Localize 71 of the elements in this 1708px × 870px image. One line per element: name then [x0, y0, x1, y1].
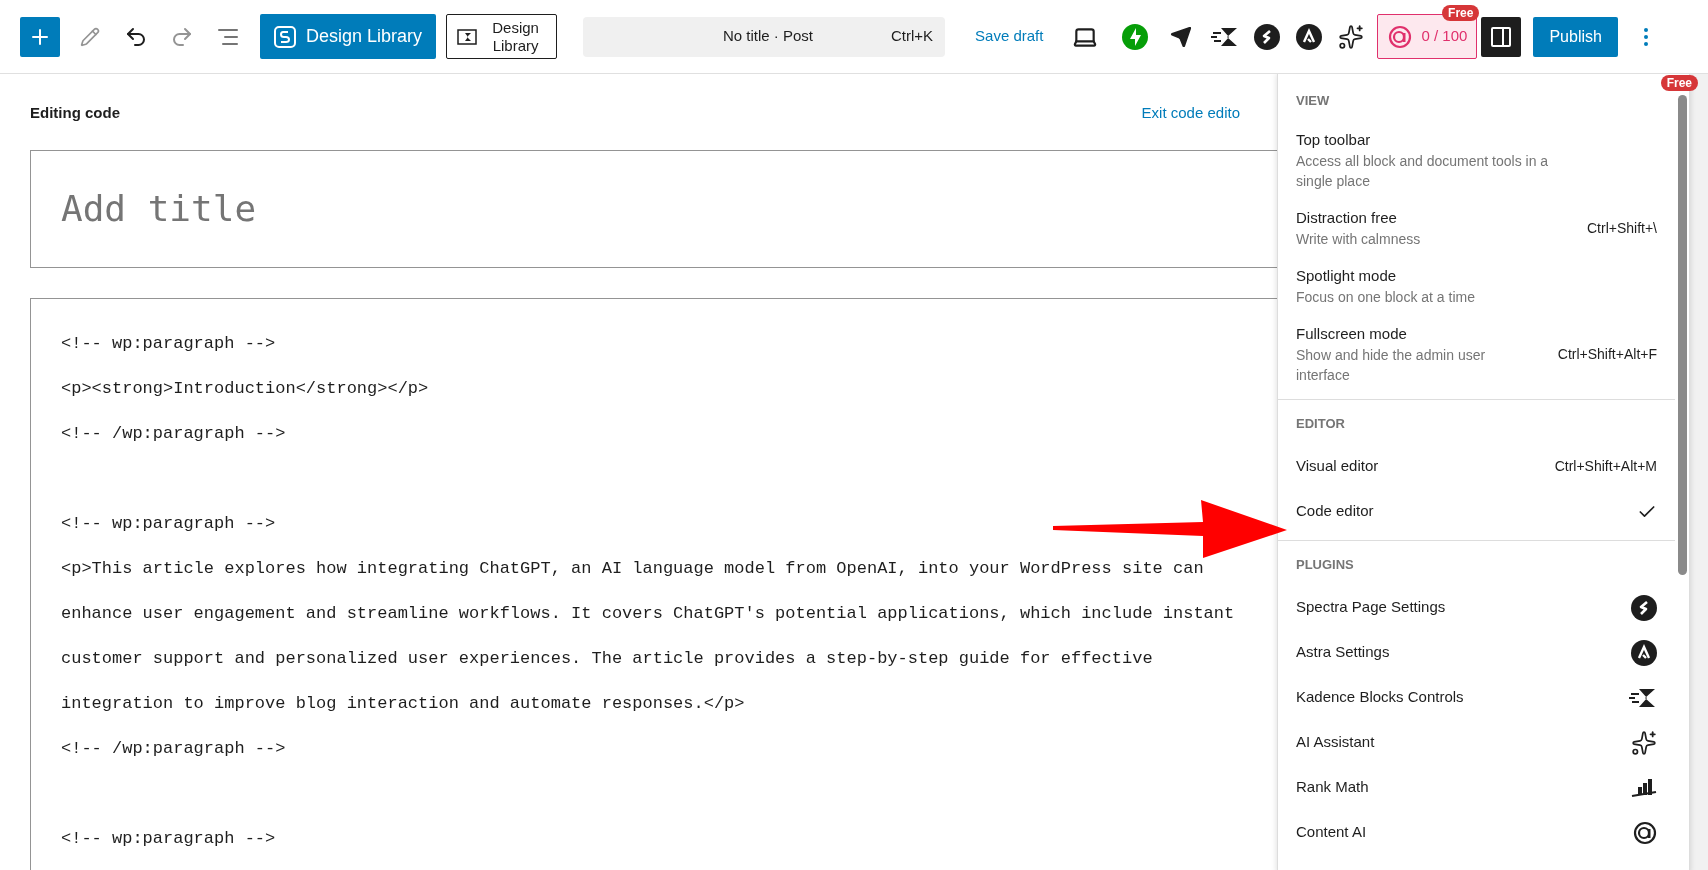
sparkles-icon — [1631, 729, 1657, 756]
save-draft-button[interactable]: Save draft — [975, 25, 1044, 48]
menu-item-label: Code editor — [1296, 501, 1374, 522]
menu-item-label: Spectra Page Settings — [1296, 597, 1446, 618]
code-line: customer support and personalized user experiences. The article provides a step-by-step guide for effective — [61, 648, 1153, 670]
menu-item-label: Rank Math — [1296, 777, 1369, 798]
code-line: <!-- wp:paragraph --> — [61, 513, 276, 535]
free-badge: Free — [1660, 75, 1698, 91]
menu-item[interactable]: Fullscreen mode Show and hide the admin user interface Ctrl+Shift+Alt+F — [1278, 315, 1675, 393]
menu-item[interactable]: AI Assistant — [1278, 720, 1675, 765]
menu-section-heading: EDITOR — [1295, 415, 1346, 434]
target-icon — [1387, 24, 1412, 49]
code-line: enhance user engagement and streamline workflows. It covers ChatGPT's potential applications, which include instant — [61, 603, 1235, 625]
a-logo-icon — [1631, 639, 1657, 666]
code-line: <p><strong>Introduction</strong></p> — [61, 378, 429, 400]
menu-section-heading: PLUGINS — [1295, 556, 1355, 575]
menu-item-description: Show and hide the admin user interface — [1296, 346, 1487, 385]
content-score: 0 / 100 — [1421, 26, 1468, 47]
add-block-button[interactable] — [20, 16, 60, 57]
menu-item-label: Visual editor — [1296, 456, 1379, 477]
publish-button[interactable]: Publish — [1533, 16, 1618, 57]
menu-item-label: Fullscreen mode — [1296, 324, 1408, 344]
menu-item[interactable]: Kadence Blocks Controls — [1278, 675, 1675, 720]
pencil-icon — [80, 26, 100, 47]
k-logo-icon — [457, 28, 478, 45]
kebab-icon — [1643, 27, 1648, 46]
design-library-button[interactable]: Design Library — [260, 14, 437, 59]
design-library-button[interactable]: Design Library — [446, 14, 558, 59]
menu-item-description: Access all block and document tools in a single place — [1296, 152, 1550, 191]
s-logo-icon — [1254, 23, 1281, 50]
menu-item[interactable]: Visual editor Ctrl+Shift+Alt+M — [1278, 444, 1675, 489]
keyboard-shortcut: Ctrl+Shift+Alt+F — [1557, 344, 1657, 364]
menu-item-label: Kadence Blocks Controls — [1296, 687, 1464, 708]
sparkles-icon — [1338, 23, 1365, 50]
s-logo-icon — [274, 25, 296, 48]
keyboard-shortcut: Ctrl+Shift+\ — [1586, 218, 1657, 238]
menu-item[interactable]: Rank Math — [1278, 765, 1675, 810]
menu-item[interactable]: Content AI — [1278, 810, 1675, 855]
s-logo-icon — [1631, 594, 1657, 621]
code-line: <!-- /wp:paragraph --> — [61, 423, 286, 445]
exit-code-editor-link[interactable]: Exit code edito — [1141, 101, 1240, 125]
a-logo-icon — [1296, 23, 1323, 50]
code-line: <p>This article explores how integrating ChatGPT, an AI language model from OpenAI, into your WordPress site can — [61, 558, 1204, 580]
menu-item[interactable]: Code editor — [1278, 489, 1675, 534]
command-palette-button[interactable]: No title · Post Ctrl+K — [583, 16, 946, 57]
editing-code-heading: Editing code — [30, 102, 120, 123]
code-line: <!-- wp:paragraph --> — [61, 333, 276, 355]
code-line: <!-- wp:paragraph --> — [61, 828, 276, 850]
free-badge: Free — [1442, 5, 1480, 21]
keyboard-shortcut: Ctrl+K — [890, 26, 934, 47]
lightning-icon — [1122, 23, 1149, 50]
document-title: No title · Post — [722, 26, 815, 47]
sidebar-icon — [1490, 25, 1513, 48]
keyboard-shortcut: Ctrl+Shift+Alt+M — [1554, 457, 1657, 476]
menu-item-description: Write with calmness — [1296, 230, 1421, 249]
menu-item[interactable]: Spectra Page Settings — [1278, 585, 1675, 630]
code-line: <!-- /wp:paragraph --> — [61, 738, 286, 760]
menu-item-label: Astra Settings — [1296, 642, 1390, 663]
menu-item-label: Content AI — [1296, 822, 1367, 843]
settings-sidebar-button[interactable] — [1481, 16, 1522, 57]
menu-item[interactable]: Astra Settings — [1278, 630, 1675, 675]
bar-chart-icon — [1631, 776, 1657, 799]
menu-item-label: Distraction free — [1296, 208, 1398, 228]
menu-item-label: Spotlight mode — [1296, 266, 1398, 286]
menu-item-label: Top toolbar — [1296, 130, 1372, 150]
target-icon — [1633, 820, 1657, 845]
title-placeholder: Add title — [61, 187, 257, 231]
menu-item-label: AI Assistant — [1296, 732, 1375, 753]
menu-item-description: Focus on one block at a time — [1296, 288, 1475, 307]
send-icon — [1170, 25, 1193, 48]
code-line: integration to improve blog interaction and automate responses.</p> — [61, 693, 745, 715]
